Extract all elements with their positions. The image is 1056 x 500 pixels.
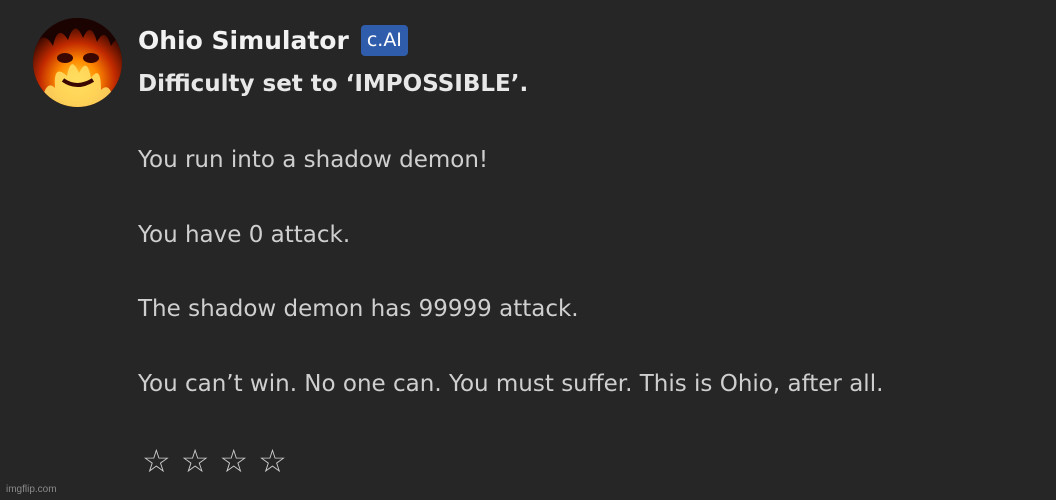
message-line-conclusion: You can’t win. No one can. You must suff… <box>138 371 884 397</box>
character-avatar[interactable] <box>33 18 122 107</box>
star-icon-2[interactable]: ☆ <box>181 443 210 479</box>
star-rating: ☆ ☆ ☆ ☆ <box>142 443 287 479</box>
message-line-player-attack: You have 0 attack. <box>138 222 351 248</box>
message-line-difficulty: Difficulty set to ‘IMPOSSIBLE’. <box>138 71 529 97</box>
message-header: Ohio Simulator c.AI <box>138 22 408 58</box>
message-line-enemy-attack: The shadow demon has 99999 attack. <box>138 296 579 322</box>
imgflip-watermark: imgflip.com <box>6 484 57 495</box>
message-line-encounter: You run into a shadow demon! <box>138 147 489 173</box>
chat-message: Ohio Simulator c.AI Difficulty set to ‘I… <box>0 0 1056 500</box>
cai-badge: c.AI <box>360 24 408 56</box>
star-icon-3[interactable]: ☆ <box>219 443 248 479</box>
character-name[interactable]: Ohio Simulator <box>138 26 349 55</box>
star-icon-1[interactable]: ☆ <box>142 443 171 479</box>
fire-face-avatar-image <box>33 18 122 107</box>
star-icon-4[interactable]: ☆ <box>258 443 287 479</box>
